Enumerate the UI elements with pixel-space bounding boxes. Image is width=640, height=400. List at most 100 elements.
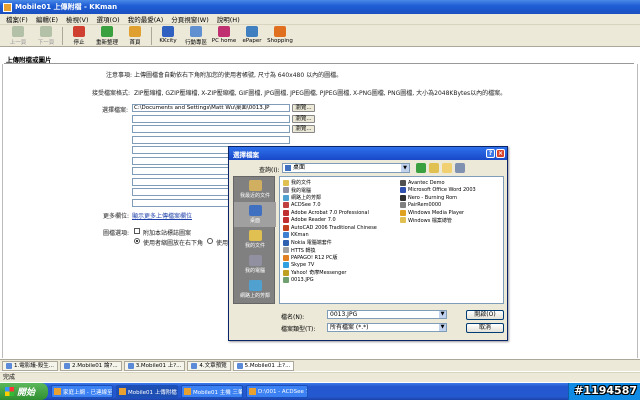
dialog-titlebar[interactable]: 選擇檔案 ? ×: [229, 147, 507, 160]
toolbar-label-6: 行動專區: [184, 40, 207, 46]
select-file-label: 選擇檔案:: [102, 107, 129, 114]
more-fields-link[interactable]: 顯示更多上傳檔案欄位: [132, 211, 192, 220]
file-icon-11: [283, 262, 289, 269]
up-folder-icon[interactable]: [429, 163, 439, 173]
taskbar-button-0[interactable]: 家庭上網 - 已連線至...: [51, 385, 113, 398]
file-icon-4: [283, 209, 289, 216]
close-icon[interactable]: ×: [496, 149, 505, 158]
toolbar-button-6[interactable]: 行動專區: [182, 25, 210, 47]
open-button[interactable]: 開啟(O): [466, 310, 504, 320]
document-tab-2[interactable]: 2.Mobile01 論?...: [59, 360, 122, 371]
help-icon[interactable]: ?: [486, 149, 495, 158]
chevron-down-icon[interactable]: ▼: [401, 164, 409, 172]
toolbar-button-8[interactable]: ePaper: [238, 25, 266, 47]
toolbar-button-0[interactable]: 上一頁: [4, 25, 32, 47]
file-input-1[interactable]: C:\Documents and Settings\Matt Wu\桌面\001…: [132, 104, 290, 112]
menu-item-2[interactable]: 檢視(V): [62, 14, 93, 24]
toolbar-button-7[interactable]: PC home: [210, 25, 238, 47]
add-logo-checkbox[interactable]: [134, 228, 140, 234]
browse-button-3[interactable]: 瀏覽...: [292, 125, 315, 133]
file-icon-12: [283, 269, 289, 276]
places-item-4[interactable]: 網路上的芳鄰: [234, 277, 276, 302]
look-in-select[interactable]: 桌面 ▼: [282, 163, 410, 173]
file-col2-item-0[interactable]: Avantec Demo: [400, 179, 476, 187]
places-label-4: 網路上的芳鄰: [239, 293, 270, 299]
file-list-column-1: 我的文件 我的電腦 網路上的芳鄰 ACDSee 7.0 Adobe Acrobat 7.…: [283, 179, 377, 284]
menu-item-3[interactable]: 選項(O): [93, 14, 124, 24]
view-menu-icon[interactable]: [455, 163, 465, 173]
taskbar-button-1[interactable]: Mobile01 上傳附檔 -...: [116, 385, 178, 398]
menu-item-5[interactable]: 分頁視窗(W): [167, 14, 213, 24]
toolbar-button-3[interactable]: 重新整理: [93, 25, 121, 47]
browse-button-2[interactable]: 瀏覽...: [292, 114, 315, 123]
start-button[interactable]: 開始: [0, 383, 48, 400]
file-col2-name-2: Nero - Burning Rom: [408, 194, 458, 201]
window-title: Mobile01 上傳附檔 - KKman: [15, 3, 118, 11]
menu-item-4[interactable]: 我的最愛(A): [124, 14, 168, 24]
window-titlebar[interactable]: Mobile01 上傳附檔 - KKman: [0, 0, 640, 14]
file-col2-item-3[interactable]: PairRem0000: [400, 202, 476, 210]
toolbar-button-1[interactable]: 下一頁: [32, 25, 60, 47]
file-item-13[interactable]: 0013.JPG: [283, 277, 377, 285]
file-col2-item-4[interactable]: Windows Media Player: [400, 209, 476, 217]
cancel-button[interactable]: 取消: [466, 323, 504, 333]
places-item-3[interactable]: 我的電腦: [234, 252, 276, 277]
menu-item-6[interactable]: 說明(H): [213, 14, 244, 24]
filetype-select[interactable]: 所有檔案 (*.*) ▼: [327, 323, 447, 332]
menu-item-1[interactable]: 編輯(E): [32, 14, 62, 24]
chevron-down-icon[interactable]: ▼: [439, 311, 446, 318]
new-folder-icon[interactable]: [442, 163, 452, 173]
document-tab-label: 2.Mobile01 論?...: [71, 362, 118, 369]
file-item-7[interactable]: KKman: [283, 232, 377, 240]
notice-text: 上傳圖檔會自動依右下角附加您的使用者帳號, 尺寸為 640x480 以內的圖檔。: [134, 72, 343, 79]
desktop-icon: [285, 165, 291, 171]
document-tab-4[interactable]: 4.文章預覽: [187, 360, 231, 371]
file-item-4[interactable]: Adobe Acrobat 7.0 Professional: [283, 209, 377, 217]
toolbar-separator: [151, 27, 152, 45]
taskbar-button-2[interactable]: Mobile01 主機 三筆...: [181, 385, 243, 398]
file-item-6[interactable]: AutoCAD 2006 Traditional Chinese: [283, 224, 377, 232]
file-item-5[interactable]: Adobe Reader 7.0: [283, 217, 377, 225]
taskbar-button-3[interactable]: D:\001 - ACDSee 7.0: [246, 385, 308, 398]
file-input-3[interactable]: [132, 125, 290, 133]
document-tabs: 1.電影議-殺生... 2.Mobile01 論?... 3.Mobile01 上?…: [0, 359, 640, 371]
file-item-8[interactable]: Nokia 電腦端套件: [283, 239, 377, 247]
thumb-position-radio[interactable]: [134, 238, 140, 244]
toolbar-button-5[interactable]: KKcity: [154, 25, 182, 47]
file-item-10[interactable]: PAPAGO! R12 PC版: [283, 254, 377, 262]
file-icon-6: [283, 224, 289, 231]
file-col2-item-2[interactable]: Nero - Burning Rom: [400, 194, 476, 202]
places-item-0[interactable]: 我最近的文件: [234, 177, 276, 202]
file-item-0[interactable]: 我的文件: [283, 179, 377, 187]
document-tab-1[interactable]: 1.電影議-殺生...: [2, 360, 58, 371]
file-item-2[interactable]: 網路上的芳鄰: [283, 194, 377, 202]
toolbar-icon-9: [274, 26, 286, 37]
file-col2-item-5[interactable]: Windows 檔案總管: [400, 217, 476, 225]
file-item-9[interactable]: HTTS 轉換: [283, 247, 377, 255]
file-item-11[interactable]: Skype 7V: [283, 262, 377, 270]
toolbar-button-9[interactable]: Shopping: [266, 25, 294, 47]
file-icon-3: [283, 202, 289, 209]
file-name-3: ACDSee 7.0: [291, 202, 321, 209]
toolbar-label-3: 重新整理: [95, 40, 118, 46]
places-item-1[interactable]: 桌面: [234, 202, 276, 227]
places-item-2[interactable]: 我的文件: [234, 227, 276, 252]
toolbar-button-2[interactable]: 停止: [65, 25, 93, 47]
file-item-3[interactable]: ACDSee 7.0: [283, 202, 377, 210]
toolbar-label-9: Shopping: [267, 38, 293, 44]
file-item-12[interactable]: Yahoo! 奇摩Messenger: [283, 269, 377, 277]
file-col2-item-1[interactable]: Microsoft Office Word 2003: [400, 187, 476, 195]
browse-button-1[interactable]: 瀏覽...: [292, 104, 315, 112]
use-option-radio[interactable]: [207, 238, 213, 244]
file-input-4[interactable]: [132, 135, 290, 144]
chevron-down-icon[interactable]: ▼: [439, 324, 446, 331]
file-item-1[interactable]: 我的電腦: [283, 187, 377, 195]
menu-item-0[interactable]: 檔案(F): [2, 14, 32, 24]
back-icon[interactable]: [416, 163, 426, 173]
file-input-2[interactable]: [132, 114, 290, 123]
file-icon-9: [283, 247, 289, 254]
filename-input[interactable]: 0013.JPG ▼: [327, 310, 447, 319]
document-tab-3[interactable]: 3.Mobile01 上?...: [123, 360, 186, 371]
document-tab-5[interactable]: 5.Mobile01 上?...: [232, 360, 295, 371]
toolbar-button-4[interactable]: 首頁: [121, 25, 149, 47]
